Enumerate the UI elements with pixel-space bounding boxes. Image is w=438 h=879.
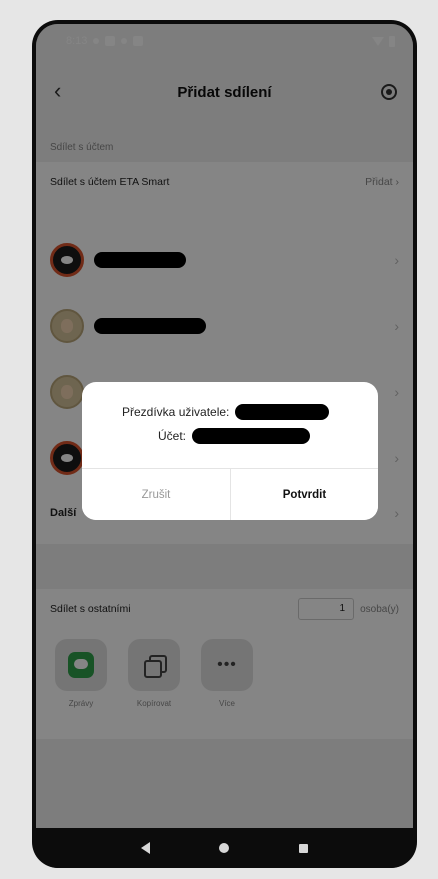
nav-back-icon[interactable] <box>140 842 150 854</box>
nav-home-icon[interactable] <box>219 843 230 853</box>
system-nav-bar <box>36 828 413 868</box>
phone-frame: 8:13 ‹ Přidat sdílení Sdílet s účtem Sdí… <box>32 20 417 868</box>
confirm-dialog: Přezdívka uživatele: Účet: Zrušit Potvrd… <box>82 382 378 520</box>
nickname-line: Přezdívka uživatele: <box>82 404 378 420</box>
redacted-account <box>192 428 311 444</box>
nickname-label: Přezdívka uživatele: <box>122 405 230 419</box>
screen: 8:13 ‹ Přidat sdílení Sdílet s účtem Sdí… <box>36 24 413 846</box>
confirm-button[interactable]: Potvrdit <box>231 469 378 520</box>
cancel-button[interactable]: Zrušit <box>82 469 230 520</box>
account-line: Účet: <box>82 428 378 444</box>
nav-recents-icon[interactable] <box>299 843 309 853</box>
account-label: Účet: <box>158 429 187 443</box>
redacted-nickname <box>235 404 330 420</box>
